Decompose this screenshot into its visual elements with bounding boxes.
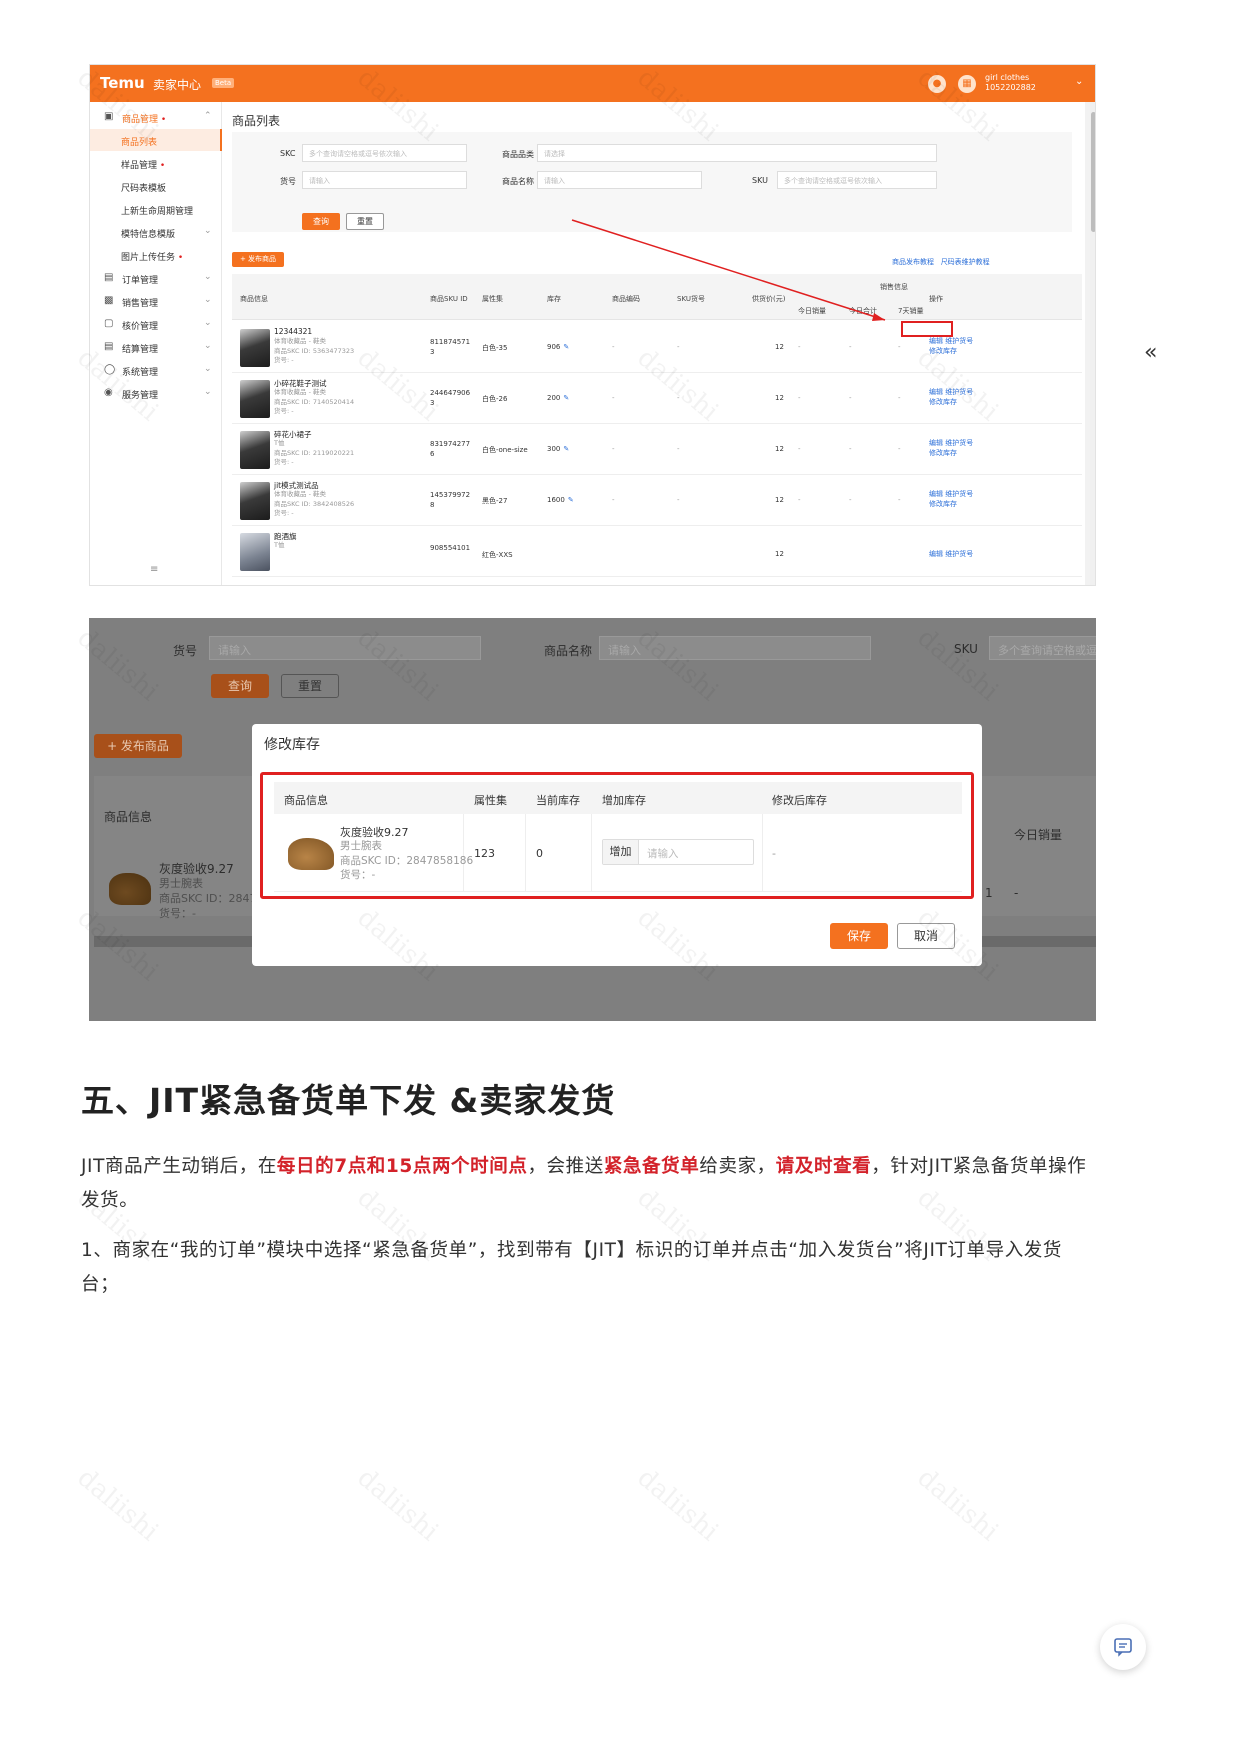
attr: 123 <box>474 847 495 860</box>
after-stock: - <box>772 847 776 860</box>
column-divider <box>762 814 763 892</box>
col-info: 商品信息 <box>284 794 328 807</box>
bg-row-code: 货号：- <box>159 907 196 920</box>
product-category: 男士腕表 <box>340 840 382 852</box>
text: 给卖家， <box>699 1156 776 1177</box>
save-button[interactable]: 保存 <box>830 923 888 949</box>
bg-reset-button: 重置 <box>281 674 339 698</box>
modal-title: 修改库存 <box>264 737 320 753</box>
col-add-stock: 增加库存 <box>602 794 646 807</box>
product-meta: 男士腕表商品SKC ID：2847858186 货号：- <box>340 839 473 883</box>
cancel-button[interactable]: 取消 <box>897 923 955 949</box>
highlight-text: 请及时查看 <box>775 1156 872 1177</box>
scrollbar-thumb[interactable] <box>1091 112 1095 232</box>
col-attr: 属性集 <box>474 794 507 807</box>
feedback-icon <box>1114 1638 1132 1657</box>
bg-name-input: 请输入 <box>599 636 871 660</box>
paragraph-1: JIT商品产生动销后，在每日的7点和15点两个时间点，会推送紧急备货单给卖家，请… <box>81 1150 1091 1218</box>
bg-code-label: 货号 <box>173 644 198 658</box>
scrollbar[interactable] <box>1090 102 1095 585</box>
bg-publish-button: + 发布商品 <box>94 734 182 758</box>
modify-stock-screenshot: 货号 请输入 商品名称 请输入 SKU 多个查询请空格或逗号 查询 重置 + 发… <box>89 618 1096 1021</box>
bg-name-label: 商品名称 <box>544 644 593 658</box>
product-name: 灰度验收9.27 <box>340 826 409 839</box>
bg-row-category: 男士腕表 <box>159 877 203 890</box>
arrow-annotation <box>571 219 886 321</box>
current-stock: 0 <box>536 847 543 860</box>
watermark-text: daliishi <box>911 1462 1004 1548</box>
product-list-screenshot: Temu 卖家中心 Beta ● ▦ girl clothes 10522028… <box>89 64 1096 586</box>
text: JIT商品产生动销后，在 <box>81 1156 277 1177</box>
add-placeholder: 请输入 <box>647 848 679 860</box>
bg-query-button: 查询 <box>211 674 269 698</box>
bg-row-name: 灰度验收9.27 <box>159 862 234 876</box>
modal-table-row: 灰度验收9.27 男士腕表商品SKC ID：2847858186 货号：- 123… <box>274 814 962 892</box>
bg-row-skc: 商品SKC ID：2847 <box>159 892 257 905</box>
bg-sku-label: SKU <box>954 642 978 656</box>
highlight-text: 每日的7点和15点两个时间点 <box>276 1156 528 1177</box>
add-prefix: 增加 <box>603 840 639 864</box>
add-stock-input[interactable]: 增加 请输入 <box>602 839 754 865</box>
text: ，会推送 <box>527 1156 604 1177</box>
column-divider <box>525 814 526 892</box>
feedback-button[interactable] <box>1100 1624 1146 1670</box>
product-code: 货号：- <box>340 869 376 881</box>
shoe-image <box>288 838 334 870</box>
double-chevron-left-icon[interactable]: « <box>1144 340 1157 365</box>
paragraph-2: 1、商家在“我的订单”模块中选择“紧急备货单”，找到带有【JIT】标识的订单并点… <box>81 1240 1063 1295</box>
product-skc: 商品SKC ID：2847858186 <box>340 854 474 867</box>
col-current-stock: 当前库存 <box>536 794 580 807</box>
watermark-text: daliishi <box>631 1462 724 1548</box>
bg-info-header: 商品信息 <box>104 810 153 824</box>
modal-table-header: 商品信息 属性集 当前库存 增加库存 修改后库存 <box>274 782 962 814</box>
col-after-stock: 修改后库存 <box>772 794 827 807</box>
watermark-text: daliishi <box>351 1462 444 1548</box>
section-heading: 五、JIT紧急备货单下发 &卖家发货 <box>81 1081 616 1120</box>
bg-row-meta: 男士腕表商品SKC ID：2847 货号：- <box>159 876 256 921</box>
bg-sku-input: 多个查询请空格或逗号 <box>989 636 1096 660</box>
modify-stock-modal: 修改库存 商品信息 属性集 当前库存 增加库存 修改后库存 灰度验收9.27 男… <box>252 724 982 966</box>
bg-row-dash: - <box>1014 886 1019 900</box>
bg-shoe-image <box>109 873 151 905</box>
bg-today-header: 今日销量 <box>1014 828 1063 842</box>
watermark-text: daliishi <box>71 1462 164 1548</box>
column-divider <box>591 814 592 892</box>
bg-code-input: 请输入 <box>209 636 481 660</box>
bg-row-value: 1 <box>985 886 993 900</box>
highlight-text: 紧急备货单 <box>603 1156 700 1177</box>
